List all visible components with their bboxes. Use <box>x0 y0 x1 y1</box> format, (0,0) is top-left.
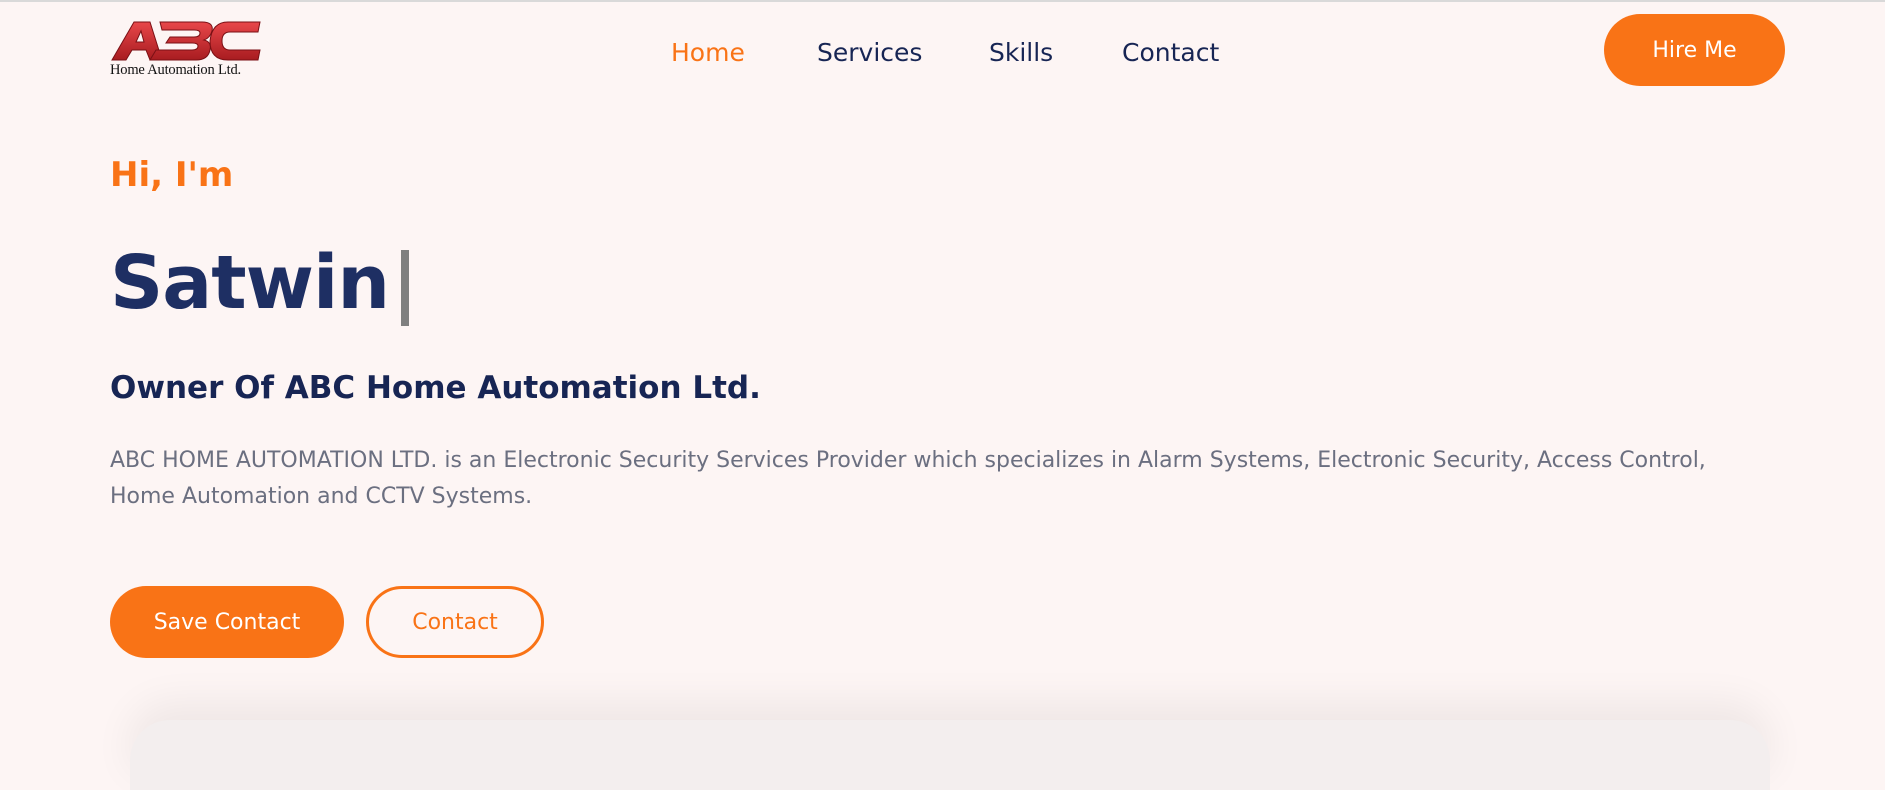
logo-tagline: Home Automation Ltd. <box>110 62 241 78</box>
logo[interactable]: Home Automation Ltd. <box>110 20 262 80</box>
hero-role: Owner Of ABC Home Automation Ltd. <box>110 370 761 406</box>
hero-name: Satwin <box>110 240 390 326</box>
nav-skills[interactable]: Skills <box>989 38 1053 67</box>
contact-button[interactable]: Contact <box>366 586 544 658</box>
abc-logo-mark <box>111 21 261 61</box>
nav-contact[interactable]: Contact <box>1122 38 1219 67</box>
hire-me-button[interactable]: Hire Me <box>1604 14 1785 86</box>
top-border <box>0 0 1885 2</box>
nav-home[interactable]: Home <box>671 38 745 67</box>
hero-greeting: Hi, I'm <box>110 155 234 195</box>
hero-description: ABC HOME AUTOMATION LTD. is an Electroni… <box>110 448 1706 509</box>
next-section-card <box>130 720 1770 790</box>
typing-cursor <box>401 250 410 326</box>
nav-services[interactable]: Services <box>817 38 922 67</box>
hero-name-line: Satwin <box>110 240 410 326</box>
save-contact-button[interactable]: Save Contact <box>110 586 344 658</box>
